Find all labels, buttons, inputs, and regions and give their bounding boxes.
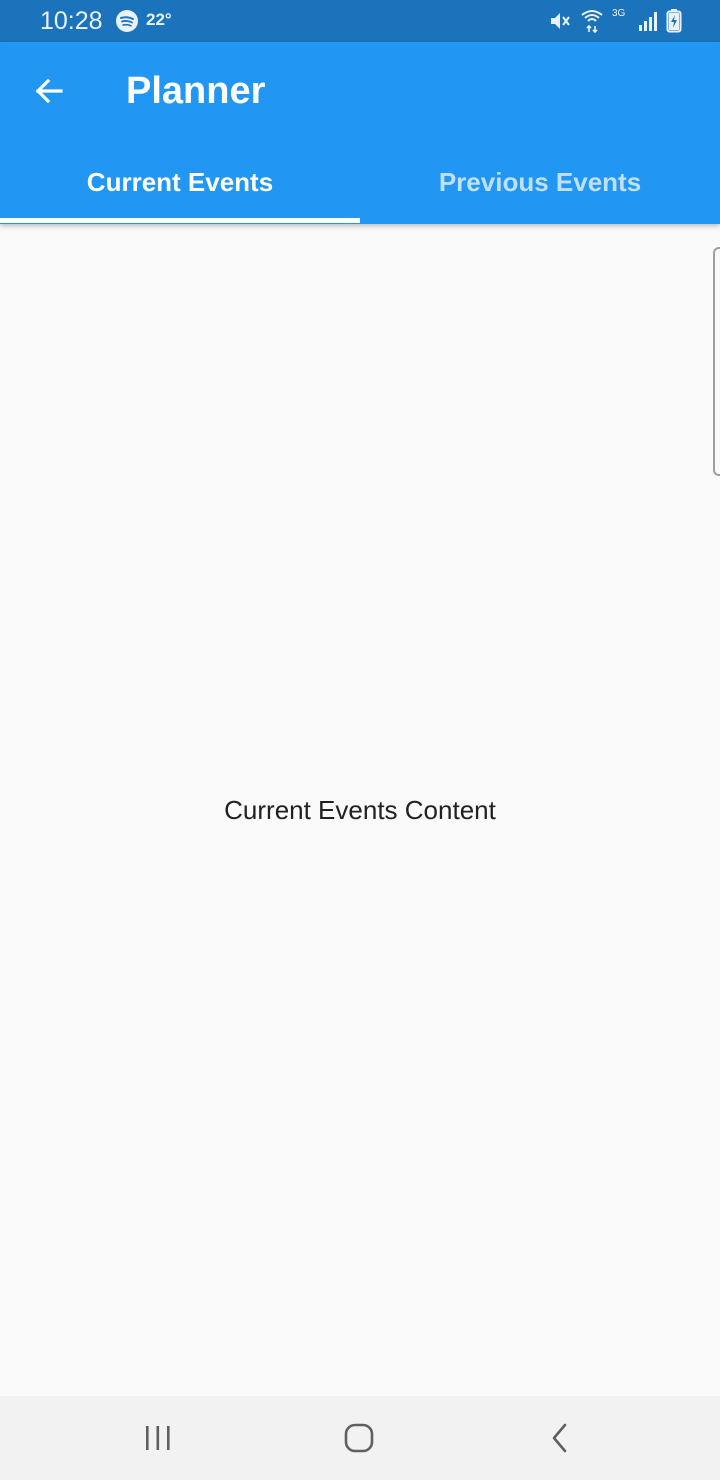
status-temperature: 22° xyxy=(146,10,172,29)
screen: 10:28 22° 3G Planner Current Events Prev… xyxy=(0,0,720,1480)
app-bar: Planner Current Events Previous Events xyxy=(0,42,720,224)
tab-previous-events[interactable]: Previous Events xyxy=(360,140,720,224)
page-title: Planner xyxy=(126,70,266,112)
status-bar: 10:28 22° 3G xyxy=(0,0,720,42)
mute-icon xyxy=(551,13,570,29)
wifi-icon xyxy=(581,10,603,33)
home-button[interactable] xyxy=(329,1414,389,1462)
status-network: 3G xyxy=(612,8,626,19)
tab-indicator xyxy=(0,218,360,223)
tab-content: Current Events Content xyxy=(0,224,720,1396)
nav-back-button[interactable] xyxy=(530,1414,590,1462)
signal-icon xyxy=(639,12,657,31)
battery-charging-icon xyxy=(666,9,682,33)
tab-label: Current Events xyxy=(86,166,274,197)
tab-label: Previous Events xyxy=(438,166,642,197)
home-icon xyxy=(344,1423,374,1453)
navigation-bar xyxy=(0,1396,720,1480)
back-button[interactable] xyxy=(24,66,74,116)
back-icon xyxy=(552,1423,567,1453)
recent-apps-icon xyxy=(146,1426,170,1450)
recent-apps-button[interactable] xyxy=(128,1414,188,1462)
status-time: 10:28 xyxy=(40,7,103,35)
arrow-left-icon xyxy=(35,78,63,104)
content-text: Current Events Content xyxy=(224,795,496,825)
edge-panel-handle[interactable] xyxy=(713,247,720,476)
tab-current-events[interactable]: Current Events xyxy=(0,140,360,224)
spotify-icon xyxy=(116,10,138,32)
